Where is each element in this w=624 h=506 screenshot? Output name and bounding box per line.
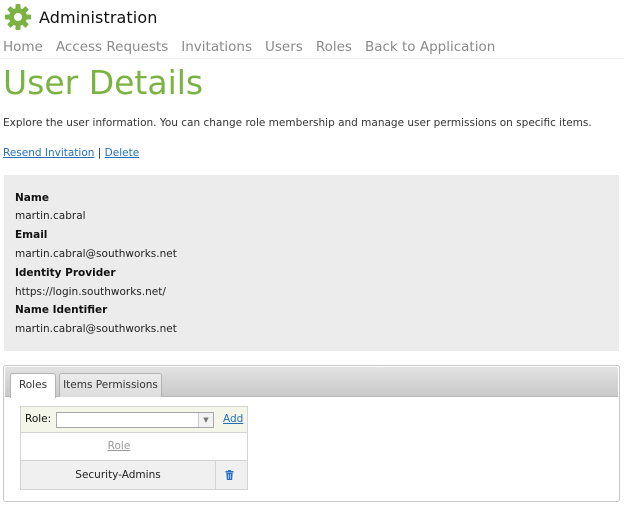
role-select[interactable]: ▼ [56,412,214,428]
app-title: Administration [39,7,158,27]
app-header: Administration [4,3,157,31]
main-nav: Home Access Requests Invitations Users R… [3,39,508,55]
trash-icon[interactable] [225,470,234,480]
page-title: User Details [3,63,204,102]
nav-home[interactable]: Home [3,39,43,55]
role-name-cell: Security-Admins [75,469,161,481]
resend-invitation-link[interactable]: Resend Invitation [3,147,94,159]
identity-provider-value: https://login.southworks.net/ [15,286,166,298]
delete-link[interactable]: Delete [105,147,140,159]
roles-grid-header: Role [21,433,247,461]
chevron-down-icon[interactable]: ▼ [198,413,213,427]
cell-divider [215,461,216,489]
role-column-header[interactable]: Role [21,440,217,452]
user-details-panel: Name martin.cabral Email martin.cabral@s… [4,175,619,351]
role-label: Role: [25,413,52,425]
identity-provider-label: Identity Provider [15,267,116,279]
name-identifier-label: Name Identifier [15,304,108,316]
role-toolbar: Role: ▼ Add [21,407,247,433]
nav-invitations[interactable]: Invitations [181,39,252,55]
page-intro: Explore the user information. You can ch… [3,117,592,129]
link-separator: | [97,147,102,159]
nav-back-to-application[interactable]: Back to Application [365,39,495,55]
email-value: martin.cabral@southworks.net [15,248,177,260]
name-label: Name [15,192,49,204]
tab-items-permissions[interactable]: Items Permissions [59,373,162,397]
gear-icon [5,4,31,30]
table-row: Security-Admins [21,461,247,489]
nav-roles[interactable]: Roles [316,39,352,55]
nav-access-requests[interactable]: Access Requests [56,39,168,55]
name-value: martin.cabral [15,210,86,222]
user-actions: Resend Invitation | Delete [3,147,139,159]
nav-users[interactable]: Users [265,39,303,55]
tab-roles[interactable]: Roles [10,373,56,398]
roles-grid: Role: ▼ Add Role Security-Admins [20,406,248,490]
email-label: Email [15,229,48,241]
nav-divider [0,58,624,59]
add-role-link[interactable]: Add [223,413,243,425]
name-identifier-value: martin.cabral@southworks.net [15,323,177,335]
tab-bar: Roles Items Permissions [5,367,618,398]
